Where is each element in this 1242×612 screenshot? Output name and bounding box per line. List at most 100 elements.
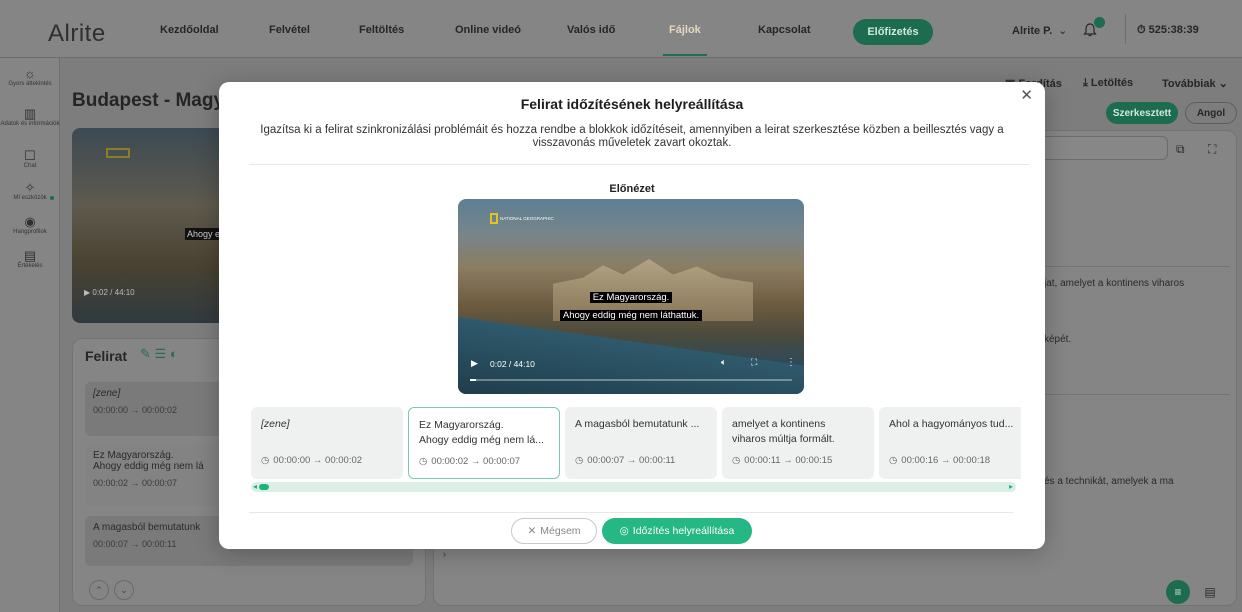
subscribe-button[interactable]: Előfizetés <box>853 19 933 45</box>
download-button[interactable]: ⤓ Letöltés <box>1083 77 1133 90</box>
clock-icon: ◷ <box>889 455 898 466</box>
more-button[interactable]: Továbbiak ⌄ <box>1162 77 1228 90</box>
transcript-text: jat, amelyet a kontinens viharos <box>1044 278 1185 289</box>
top-nav: Alrite Kezdőoldal Felvétel Feltöltés Onl… <box>0 0 1242 58</box>
scroll-down-button[interactable]: ⌄ <box>114 580 134 600</box>
new-indicator-dot <box>50 196 54 200</box>
caption-line-2: Ahogy eddig még nem láthattuk. <box>559 310 703 321</box>
dialog-description: Igazítsa ki a felirat szinkronizálási pr… <box>260 124 1004 149</box>
scroll-up-button[interactable]: ⌃ <box>89 580 109 600</box>
scroll-right-icon[interactable]: ▸ <box>1009 482 1013 492</box>
video-seek-bar[interactable] <box>470 379 792 381</box>
video-controls: ▶ 0:02 / 44:10 🔈︎ ⛶ ⋮ <box>468 357 796 371</box>
nav-active-underline <box>663 54 707 56</box>
timer-value: 525:38:39 <box>1148 24 1199 36</box>
subtitle-block-time: ◷ 00:00:07 → 00:00:11 <box>575 455 675 466</box>
voice-profile-icon: ◉ <box>24 214 36 229</box>
user-name: Alrite P. <box>1012 25 1053 37</box>
preview-label: Előnézet <box>609 183 655 195</box>
preview-video-player[interactable]: NATIONAL GEOGRAPHIC Ez Magyarország. Aho… <box>458 199 804 394</box>
page-title: Budapest - Magy <box>72 90 225 111</box>
divider <box>1040 394 1230 395</box>
chevron-right-icon[interactable]: › <box>443 549 446 559</box>
transcript-text: és a technikát, amelyek a ma <box>1044 476 1174 487</box>
text-view-button[interactable]: ≡ <box>1166 580 1190 604</box>
sidebar-label: MI eszközök <box>13 195 47 201</box>
nav-home[interactable]: Kezdőoldal <box>160 24 219 36</box>
restore-timing-button[interactable]: ◎ Időzítés helyreállítása <box>602 518 752 544</box>
subtitle-block-text: A magasból bemutatunk ... <box>575 417 707 451</box>
sidebar-label: Adatok és információk <box>0 121 60 127</box>
subtitle-block-text: [zene] <box>261 417 393 451</box>
download-label: Letöltés <box>1090 77 1134 89</box>
language-selector[interactable]: Angol <box>1185 102 1237 124</box>
natgeo-logo: NATIONAL GEOGRAPHIC <box>490 213 554 224</box>
edit-list-icon[interactable]: ☰ <box>155 346 167 361</box>
subtitle-block-card[interactable]: amelyet a kontinens viharos múltja formál… <box>722 407 874 479</box>
copy-icon[interactable]: ⧉ <box>1176 142 1185 157</box>
nav-files[interactable]: Fájlok <box>669 24 701 36</box>
background-video-time: ▶ 0:02 / 44:10 <box>84 288 135 297</box>
fullscreen-icon[interactable]: ⛶ <box>751 357 757 368</box>
download-icon: ⤓ <box>1083 77 1091 89</box>
app-logo[interactable]: Alrite <box>48 20 106 48</box>
list-view-button[interactable]: ▤ <box>1198 580 1222 604</box>
chevron-down-icon: ⌄ <box>1215 78 1228 90</box>
subtitle-block-line-2: Ahogy eddig még nem lá... <box>419 434 544 446</box>
subtitle-block-time: ◷ 00:00:00 → 00:00:02 <box>261 455 362 466</box>
nav-realtime[interactable]: Valós idő <box>567 24 615 36</box>
clock-icon: ◷ <box>732 455 741 466</box>
restore-icon: ◎ <box>619 525 629 537</box>
restore-timing-dialog: ✕ Felirat időzítésének helyreállítása Ig… <box>219 82 1045 549</box>
horizontal-scrollbar[interactable]: ◂ ▸ <box>251 482 1016 492</box>
nav-online-video[interactable]: Online videó <box>455 24 521 36</box>
background-video-player[interactable]: Ahogy edd ▶ 0:02 / 44:10 <box>72 128 232 323</box>
clock-icon: ◷ <box>261 455 270 466</box>
subtitle-block-card[interactable]: A magasból bemutatunk ... ◷ 00:00:07 → 00… <box>565 407 717 479</box>
nav-upload[interactable]: Feltöltés <box>359 24 404 36</box>
transcript-search-input[interactable] <box>1040 136 1168 160</box>
subtitle-block-text: amelyet a kontinens viharos múltja formál… <box>732 417 864 451</box>
natgeo-frame-icon <box>490 213 498 224</box>
video-frame-river <box>458 317 804 394</box>
subtitle-block-text: Ez Magyarország. Ahogy eddig még nem lá..… <box>419 418 549 452</box>
sidebar-item-overview[interactable]: ☼ Gyors áttekintés <box>0 66 60 88</box>
nav-record[interactable]: Felvétel <box>269 24 310 36</box>
subtitle-block-card[interactable]: Ahol a hagyományos tud... ◷ 00:00:16 → 00… <box>879 407 1021 479</box>
sidebar-item-voice-profiles[interactable]: ◉ Hangprofilok <box>0 214 60 236</box>
lightbulb-icon: ☼ <box>24 66 36 81</box>
edited-toggle[interactable]: Szerkesztett <box>1106 102 1178 124</box>
subtitle-block-time-text: 00:00:11 → 00:00:15 <box>744 455 833 466</box>
close-icon: ✕ <box>527 525 537 537</box>
subtitle-block-time-text: 00:00:02 → 00:00:07 <box>431 456 521 467</box>
subtitle-block-card-selected[interactable]: Ez Magyarország. Ahogy eddig még nem lá..… <box>408 407 560 479</box>
scrollbar-thumb[interactable] <box>259 484 269 490</box>
pencil-icon[interactable]: ✎ <box>140 346 151 361</box>
subtitle-block-card[interactable]: [zene] ◷ 00:00:00 → 00:00:02 <box>251 407 403 479</box>
video-time: 0:02 / 44:10 <box>490 359 535 369</box>
more-options-icon[interactable]: ⋮ <box>786 357 796 368</box>
timing-icon[interactable]: ◐ <box>170 346 178 361</box>
caption-line-1: Ez Magyarország. <box>589 292 673 303</box>
subtitle-block-time-text: 00:00:07 → 00:00:11 <box>587 455 676 466</box>
clock-icon: ◷ <box>575 455 584 466</box>
divider <box>249 164 1029 165</box>
notification-badge <box>1094 17 1105 28</box>
volume-icon[interactable]: 🔈︎ <box>721 357 726 368</box>
sidebar-item-rating[interactable]: ▤ Értékelés <box>0 248 60 270</box>
timer: ⏱ 525:38:39 <box>1137 24 1199 37</box>
subtitle-panel-icons: ✎ ☰ ◐ <box>140 346 178 362</box>
user-menu[interactable]: Alrite P. ⌄ <box>1012 24 1067 37</box>
sidebar-item-data[interactable]: ▥ Adatok és információk <box>0 106 60 128</box>
subtitle-block-time: ◷ 00:00:02 → 00:00:07 <box>419 456 520 467</box>
expand-icon[interactable]: ⛶ <box>1208 142 1216 157</box>
clock-icon: ◷ <box>419 456 428 467</box>
subtitle-block-time: ◷ 00:00:11 → 00:00:15 <box>732 455 832 466</box>
cancel-button[interactable]: ✕ Mégsem <box>511 518 597 544</box>
scroll-left-icon[interactable]: ◂ <box>253 482 257 492</box>
sidebar-label: Chat <box>23 163 37 169</box>
play-icon[interactable]: ▶ <box>471 358 478 369</box>
sidebar-item-chat[interactable]: ☐ Chat <box>0 148 60 170</box>
subtitle-block-time: ◷ 00:00:16 → 00:00:18 <box>889 455 990 466</box>
nav-contact[interactable]: Kapcsolat <box>758 24 811 36</box>
